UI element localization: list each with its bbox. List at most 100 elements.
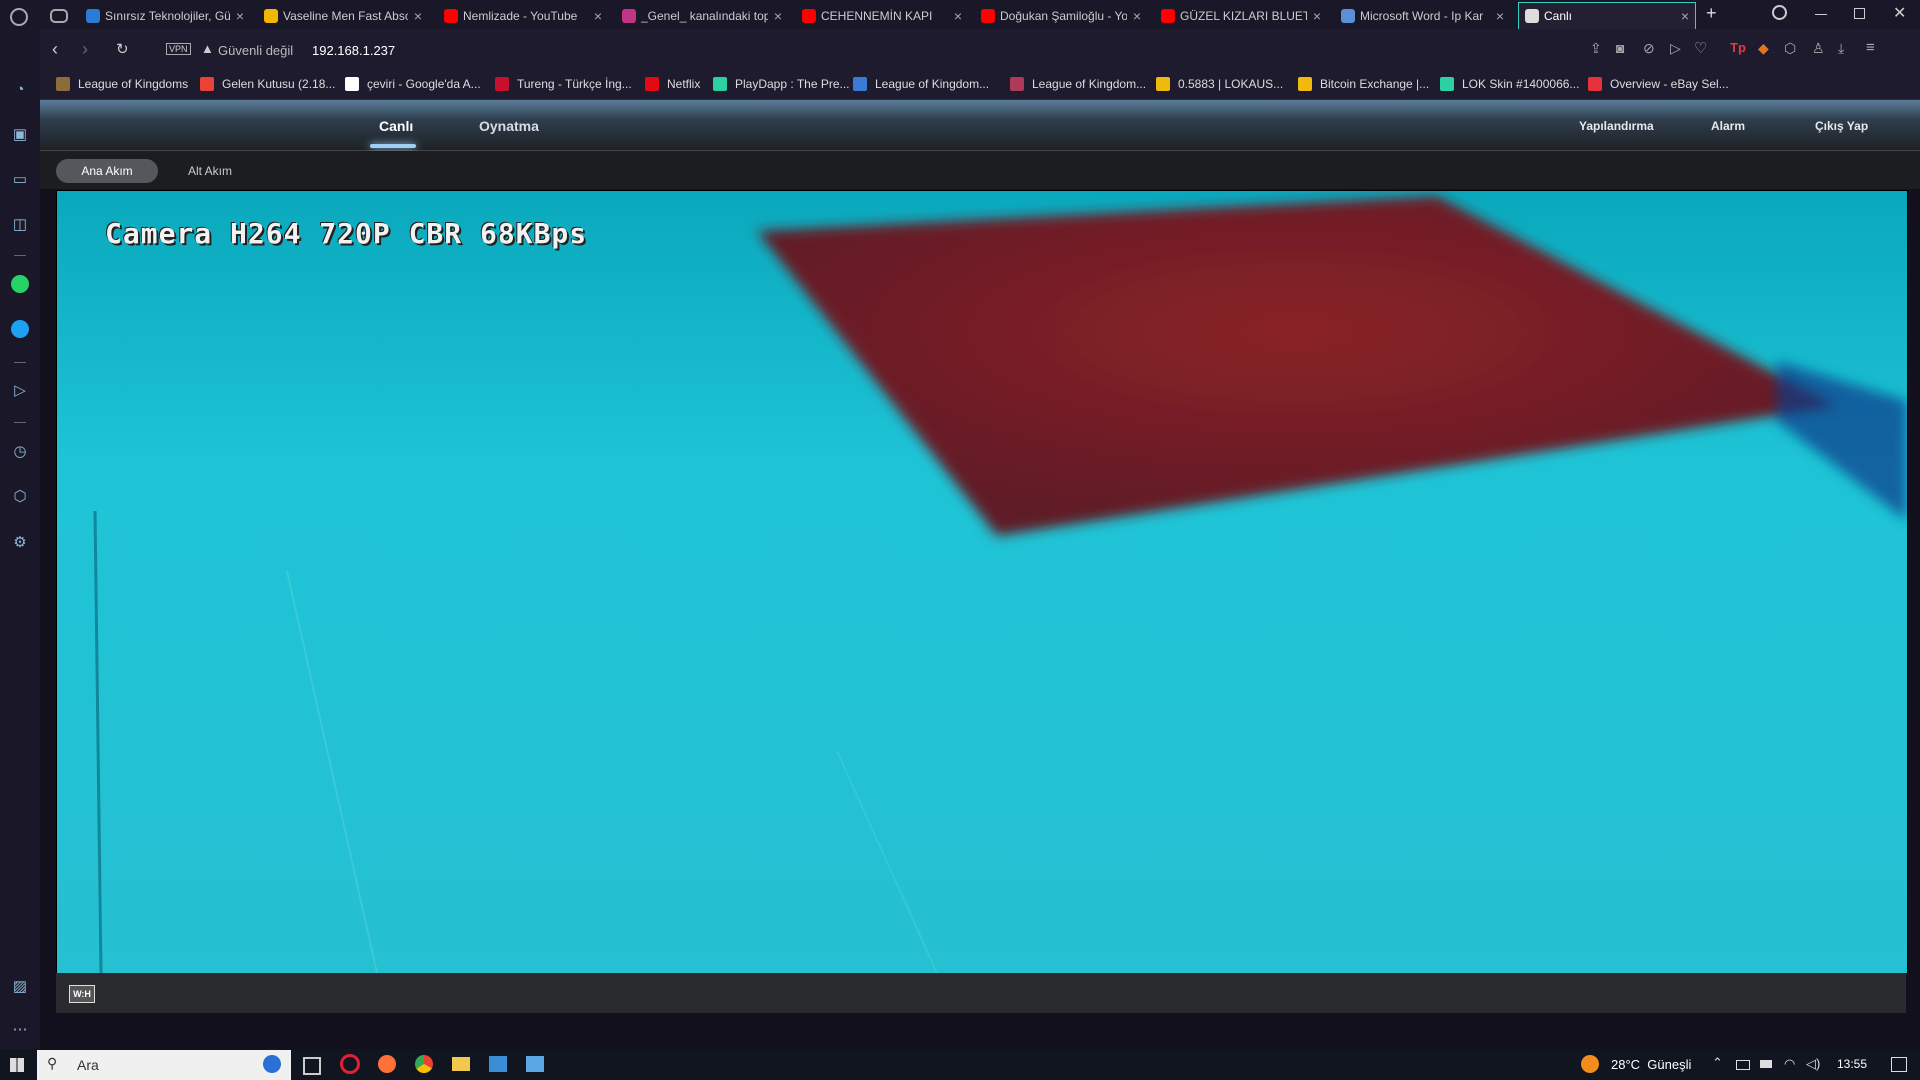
firefox-taskbar-icon[interactable] (378, 1055, 396, 1073)
menu-icon[interactable]: ≡ (1866, 39, 1875, 56)
bookmark-item[interactable]: League of Kingdom... (1010, 77, 1146, 91)
restore-button[interactable] (1854, 8, 1865, 19)
wifi-icon[interactable]: ◠ (1784, 1056, 1795, 1072)
twitter-icon[interactable] (10, 319, 30, 339)
bookmark-item[interactable]: Tureng - Türkçe İng... (495, 77, 632, 91)
tab-close-icon[interactable]: × (954, 8, 962, 24)
vpn-badge[interactable]: VPN (166, 43, 191, 55)
tab-title: CEHENNEMİN KAPI (821, 8, 933, 23)
opera-taskbar-icon[interactable] (340, 1054, 360, 1074)
more-icon[interactable]: ⋯ (10, 1019, 30, 1039)
download-icon[interactable]: ⤓ (1838, 40, 1844, 57)
search-tabs-icon[interactable] (1772, 5, 1787, 20)
browser-tab[interactable]: GÜZEL KIZLARI BLUETO × (1155, 2, 1327, 29)
tab-favicon-icon (802, 8, 816, 23)
twitch-icon[interactable]: ▭ (10, 169, 30, 189)
windows-start-icon[interactable] (10, 1058, 24, 1072)
tab-title: Nemlizade - YouTube (463, 8, 578, 23)
tray-battery-icon[interactable] (1736, 1060, 1750, 1070)
bookmark-item[interactable]: çeviri - Google'da A... (345, 77, 481, 91)
tab-close-icon[interactable]: × (414, 8, 422, 24)
browser-tab[interactable]: Sınırsız Teknolojiler, Gü × (80, 2, 250, 29)
history-icon[interactable]: ◷ (10, 441, 30, 461)
workspace-icon[interactable]: ◫ (10, 214, 30, 234)
tab-cycler-icon[interactable] (50, 9, 68, 23)
nav-alarm[interactable]: Alarm (1711, 119, 1745, 133)
tray-power-icon[interactable] (1760, 1060, 1772, 1068)
image-tools-icon[interactable]: ▨ (10, 976, 30, 996)
volume-icon[interactable]: ◁) (1806, 1056, 1820, 1072)
settings-icon[interactable]: ⚙ (10, 532, 30, 552)
bookmark-item[interactable]: Gelen Kutusu (2.18... (200, 77, 335, 91)
taskbar-search[interactable]: ⚲ Ara (37, 1050, 291, 1080)
clock[interactable]: 13:55 (1837, 1057, 1867, 1071)
metamask-icon[interactable]: ◆ (1758, 40, 1769, 57)
tab-close-icon[interactable]: × (1496, 8, 1504, 24)
snapshot-icon[interactable]: ◙ (1616, 40, 1624, 56)
tray-chevron-icon[interactable]: ⌃ (1712, 1055, 1723, 1071)
chrome-taskbar-icon[interactable] (415, 1055, 433, 1073)
browser-tab[interactable]: Doğukan Şamiloğlu - Yo × (975, 2, 1147, 29)
player-icon[interactable]: ▷ (10, 380, 30, 400)
file-explorer-taskbar-icon[interactable] (452, 1057, 470, 1071)
bookmark-item[interactable]: Netflix (645, 77, 700, 91)
tab-title: Canlı (1544, 9, 1573, 23)
nav-playback[interactable]: Oynatma (479, 118, 539, 134)
notification-icon[interactable] (1891, 1057, 1907, 1072)
tab-close-icon[interactable]: × (594, 8, 602, 24)
browser-tab[interactable]: Vaseline Men Fast Abso × (258, 2, 428, 29)
shopping-icon[interactable]: ▣ (10, 124, 30, 144)
browser-tab[interactable]: CEHENNEMİN KAPI × (796, 2, 968, 29)
speed-dial-icon[interactable]: ◔ (10, 79, 30, 99)
nav-logout[interactable]: Çıkış Yap (1815, 119, 1868, 133)
bookmark-item[interactable]: 0.5883 | LOKAUS... (1156, 77, 1283, 91)
aspect-ratio-button[interactable]: W:H (69, 985, 95, 1003)
live-video[interactable]: Camera H264 720P CBR 68KBps (56, 190, 1908, 974)
minimize-button[interactable] (1815, 14, 1827, 15)
bookmark-item[interactable]: PlayDapp : The Pre... (713, 77, 850, 91)
bookmark-item[interactable]: LOK Skin #1400066... (1440, 77, 1579, 91)
tab-close-icon[interactable]: × (774, 8, 782, 24)
share-icon[interactable]: ⇪ (1590, 40, 1602, 57)
url-input[interactable]: 192.168.1.237 (312, 43, 395, 58)
new-tab-button[interactable]: + (1706, 3, 1717, 24)
browser-tab[interactable]: _Genel_ kanalındaki top × (616, 2, 788, 29)
adblock-icon[interactable]: ⊘ (1643, 40, 1655, 57)
bookmark-item[interactable]: League of Kingdoms (56, 77, 188, 91)
browser-tab[interactable]: Canlı × (1518, 2, 1696, 29)
close-window-button[interactable]: ✕ (1893, 3, 1906, 23)
heart-icon[interactable]: ♡ (1694, 39, 1707, 57)
task-view-icon[interactable] (303, 1057, 321, 1075)
back-button[interactable]: ‹ (52, 39, 58, 60)
app-taskbar-icon[interactable] (489, 1056, 507, 1072)
video-control-bar: W:H (56, 973, 1906, 1013)
forward-button[interactable]: › (82, 39, 88, 60)
bookmark-item[interactable]: Bitcoin Exchange |... (1298, 77, 1429, 91)
sub-stream-button[interactable]: Alt Akım (170, 159, 250, 183)
reload-button[interactable]: ↻ (116, 40, 129, 58)
tab-close-icon[interactable]: × (1681, 8, 1689, 24)
tab-close-icon[interactable]: × (1313, 8, 1321, 24)
bookmark-favicon-icon (1588, 77, 1602, 91)
weather-text[interactable]: 28°C Güneşli (1611, 1057, 1691, 1072)
browser-tab[interactable]: Microsoft Word - Ip Kar × (1335, 2, 1510, 29)
browser-tab[interactable]: Nemlizade - YouTube × (438, 2, 608, 29)
extensions-cube-icon[interactable]: ⬡ (1784, 40, 1796, 57)
send-icon[interactable]: ▷ (1670, 40, 1681, 57)
whatsapp-icon[interactable] (10, 274, 30, 294)
opera-logo-icon[interactable] (10, 8, 28, 26)
bookmark-item[interactable]: League of Kingdom... (853, 77, 989, 91)
bookmark-item[interactable]: Overview - eBay Sel... (1588, 77, 1729, 91)
tab-title: Doğukan Şamiloğlu - Yo (1000, 8, 1127, 23)
profile-icon[interactable]: ♙ (1812, 40, 1825, 57)
nav-configuration[interactable]: Yapılandırma (1579, 119, 1654, 133)
security-status[interactable]: Güvenli değil (218, 43, 293, 58)
extensions-icon[interactable]: ⬡ (10, 486, 30, 506)
nav-live[interactable]: Canlı (379, 118, 413, 134)
sidebar-divider (14, 255, 26, 256)
tab-close-icon[interactable]: × (1133, 8, 1141, 24)
main-stream-button[interactable]: Ana Akım (56, 159, 158, 183)
network-app-taskbar-icon[interactable] (526, 1056, 544, 1072)
tab-close-icon[interactable]: × (236, 8, 244, 24)
tp-extension-icon[interactable]: Tp (1730, 40, 1746, 55)
